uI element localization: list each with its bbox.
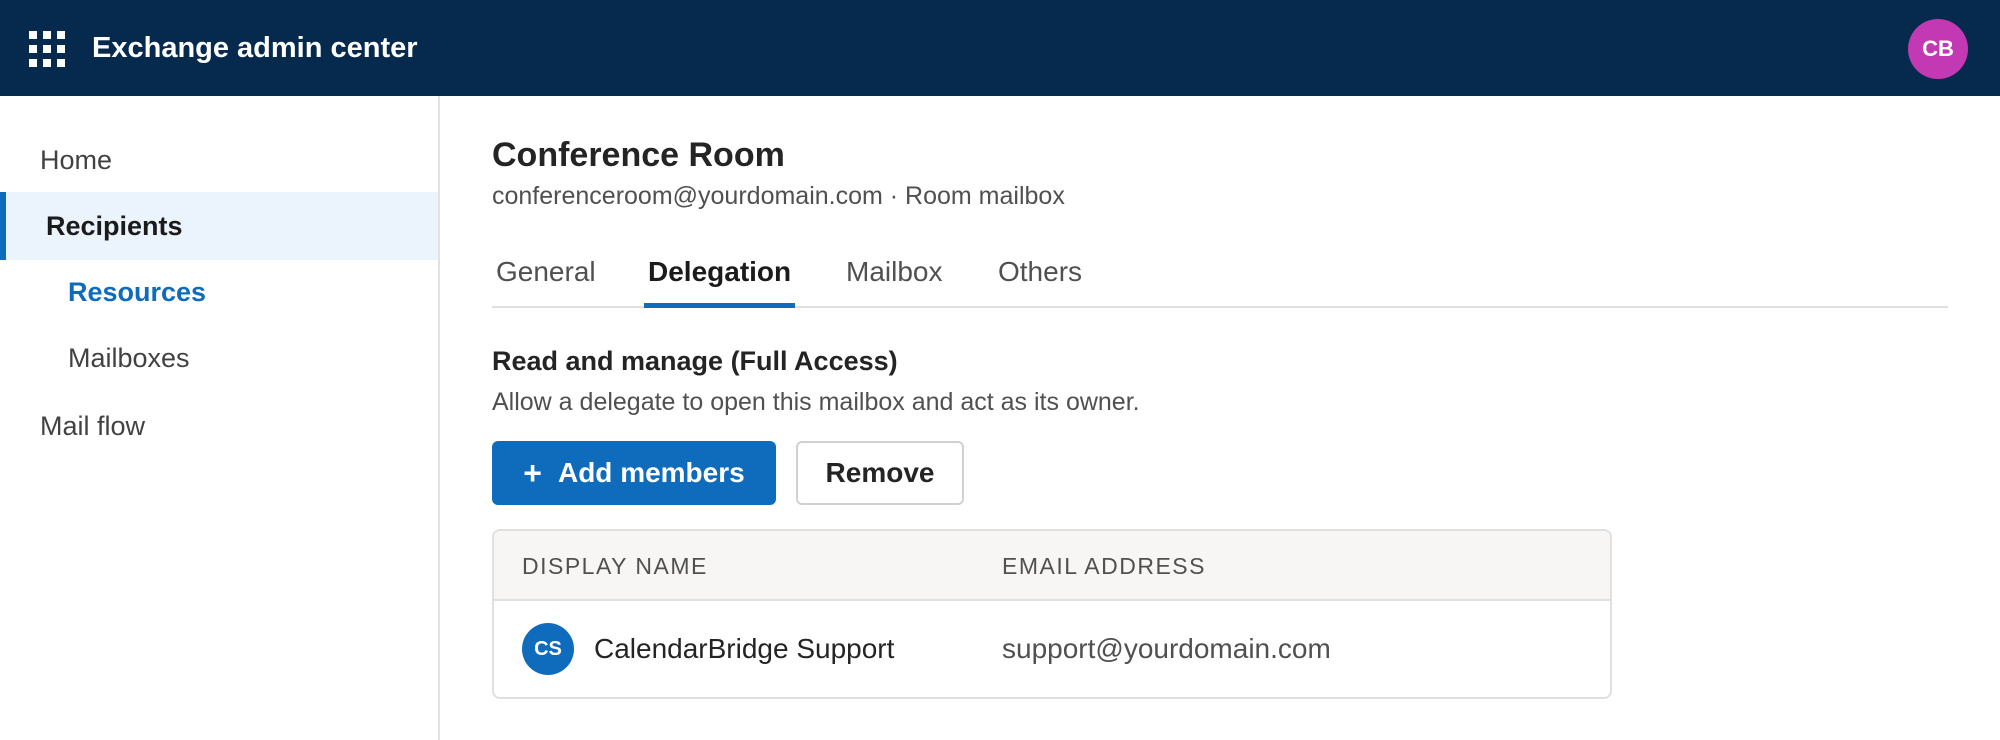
user-avatar[interactable]: CB: [1908, 19, 1968, 79]
page-title: Conference Room: [492, 136, 785, 174]
members-table: DISPLAY NAME EMAIL ADDRESS CS CalendarBr…: [492, 529, 1612, 699]
plus-icon: +: [523, 454, 542, 491]
page-subtitle: conferenceroom@yourdomain.com · Room mai…: [492, 182, 1065, 210]
tab-bar: General Delegation Mailbox Others: [492, 246, 1948, 308]
top-bar: Exchange admin center CB: [0, 0, 2000, 96]
table-header: DISPLAY NAME EMAIL ADDRESS: [494, 531, 1610, 601]
cell-email-address: support@yourdomain.com: [1002, 633, 1331, 664]
main-content: Conference Room conferenceroom@yourdomai…: [440, 96, 2000, 740]
cell-display-name: CalendarBridge Support: [594, 633, 895, 664]
waffle-grid-icon[interactable]: [29, 31, 65, 67]
remove-button[interactable]: Remove: [796, 441, 964, 505]
tab-mailbox[interactable]: Mailbox: [846, 246, 942, 306]
sidebar-item-mail-flow[interactable]: Mail flow: [0, 392, 438, 460]
tab-general[interactable]: General: [496, 246, 596, 306]
section-description: Allow a delegate to open this mailbox an…: [492, 388, 1140, 416]
table-row[interactable]: CS CalendarBridge Support support@yourdo…: [494, 601, 1610, 697]
member-avatar: CS: [522, 623, 574, 675]
column-header-email-address[interactable]: EMAIL ADDRESS: [1002, 553, 1206, 580]
section-title: Read and manage (Full Access): [492, 346, 898, 376]
sidebar-nav: Home Recipients Resources Mailboxes Mail…: [0, 96, 440, 740]
sidebar-item-resources[interactable]: Resources: [0, 258, 438, 326]
tab-delegation[interactable]: Delegation: [644, 246, 796, 308]
sidebar-item-recipients[interactable]: Recipients: [0, 192, 438, 260]
app-title: Exchange admin center: [92, 32, 418, 64]
sidebar-item-mailboxes[interactable]: Mailboxes: [0, 324, 438, 392]
column-header-display-name[interactable]: DISPLAY NAME: [522, 553, 708, 580]
add-members-label: Add members: [557, 457, 745, 488]
tab-others[interactable]: Others: [998, 246, 1082, 306]
add-members-button[interactable]: + Add members: [492, 441, 776, 505]
sidebar-item-home[interactable]: Home: [0, 126, 438, 194]
